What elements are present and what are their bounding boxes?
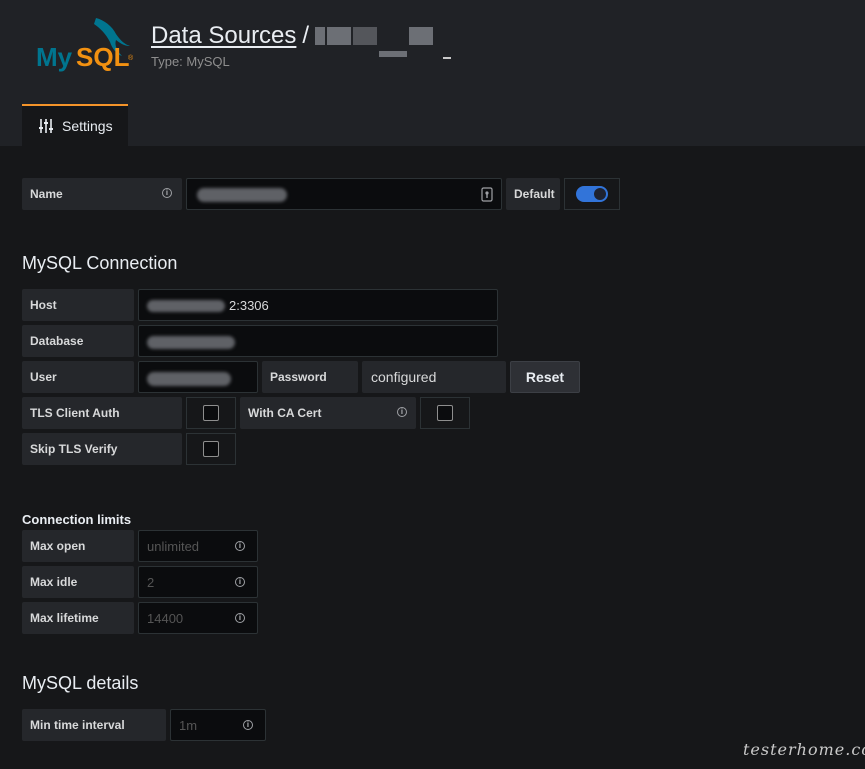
max-lifetime-label: Max lifetime <box>22 602 134 634</box>
with-ca-cert-checkbox[interactable] <box>437 405 453 421</box>
tls-client-auth-checkbox-wrap[interactable] <box>186 397 236 429</box>
max-lifetime-placeholder: 14400 <box>147 610 184 626</box>
default-label: Default <box>506 178 560 210</box>
tab-settings[interactable]: Settings <box>22 104 128 146</box>
default-switch[interactable] <box>576 186 608 202</box>
redacted-value <box>197 188 287 202</box>
redacted-value <box>147 336 235 349</box>
info-icon[interactable]: i <box>235 541 245 551</box>
info-icon[interactable]: i <box>162 188 172 198</box>
password-input: configured <box>362 361 506 393</box>
name-input[interactable] <box>186 178 502 210</box>
redacted-title <box>353 27 378 45</box>
database-input[interactable] <box>138 325 498 357</box>
mysql-logo: My SQL ® <box>30 16 140 78</box>
max-open-label: Max open <box>22 530 134 562</box>
min-time-interval-label: Min time interval <box>22 709 166 741</box>
redacted-title <box>327 27 352 45</box>
keychain-icon[interactable] <box>481 187 493 202</box>
svg-text:My: My <box>36 42 73 72</box>
sliders-icon <box>39 119 53 133</box>
user-input[interactable] <box>138 361 258 393</box>
info-icon[interactable]: i <box>235 613 245 623</box>
name-label: Name i <box>22 178 182 210</box>
redacted-value <box>147 372 231 386</box>
mysql-connection-heading: MySQL Connection <box>22 253 178 273</box>
redacted-title <box>443 57 452 59</box>
with-ca-cert-checkbox-wrap[interactable] <box>420 397 470 429</box>
max-lifetime-input[interactable]: 14400 i <box>138 602 258 634</box>
default-toggle[interactable] <box>564 178 620 210</box>
max-idle-label: Max idle <box>22 566 134 598</box>
breadcrumb-data-sources[interactable]: Data Sources <box>151 22 296 49</box>
skip-tls-verify-checkbox-wrap[interactable] <box>186 433 236 465</box>
svg-text:SQL: SQL <box>76 42 130 72</box>
info-icon[interactable]: i <box>243 720 253 730</box>
min-time-interval-input[interactable]: 1m i <box>170 709 266 741</box>
redacted-title <box>409 27 434 45</box>
tls-client-auth-checkbox[interactable] <box>203 405 219 421</box>
tab-settings-label: Settings <box>62 118 113 134</box>
skip-tls-verify-label: Skip TLS Verify <box>22 433 182 465</box>
with-ca-cert-label-text: With CA Cert <box>248 406 322 420</box>
watermark: testerhome.com <box>743 740 865 759</box>
user-label: User <box>22 361 134 393</box>
mysql-details-heading: MySQL details <box>22 673 139 693</box>
info-icon[interactable]: i <box>235 577 245 587</box>
max-idle-input[interactable]: 2 i <box>138 566 258 598</box>
page-header: My SQL ® Data Sources / Type: MySQL Setti… <box>0 0 865 146</box>
redacted-value <box>147 300 225 312</box>
host-input[interactable]: 2:3306 <box>138 289 498 321</box>
connection-limits-heading: Connection limits <box>22 512 132 527</box>
password-label: Password <box>262 361 358 393</box>
min-time-interval-placeholder: 1m <box>179 717 198 733</box>
info-icon[interactable]: i <box>397 407 407 417</box>
max-idle-placeholder: 2 <box>147 574 155 590</box>
svg-text:®: ® <box>128 54 134 62</box>
datasource-type: Type: MySQL <box>151 54 230 69</box>
max-open-placeholder: unlimited <box>147 538 200 554</box>
reset-password-button[interactable]: Reset <box>510 361 580 393</box>
skip-tls-verify-checkbox[interactable] <box>203 441 219 457</box>
tls-client-auth-label: TLS Client Auth <box>22 397 182 429</box>
host-value: 2:3306 <box>229 297 269 313</box>
breadcrumb-separator: / <box>302 22 310 49</box>
max-open-input[interactable]: unlimited i <box>138 530 258 562</box>
redacted-title <box>379 51 408 57</box>
name-label-text: Name <box>30 187 63 201</box>
database-label: Database <box>22 325 134 357</box>
with-ca-cert-label: With CA Cert i <box>240 397 416 429</box>
host-label: Host <box>22 289 134 321</box>
redacted-title <box>315 27 326 45</box>
